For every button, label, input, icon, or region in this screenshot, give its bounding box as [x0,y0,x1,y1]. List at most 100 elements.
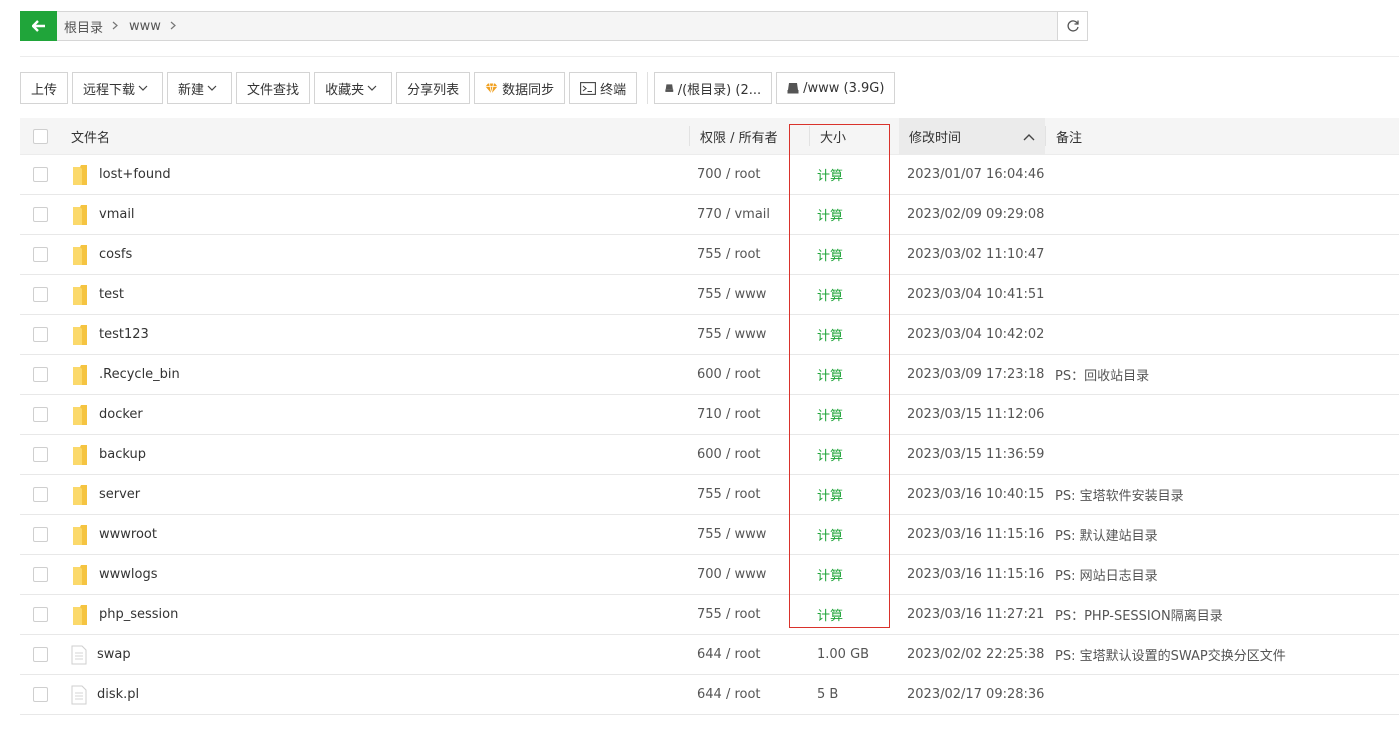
file-name-cell[interactable]: server [71,475,140,514]
row-checkbox[interactable] [33,527,48,542]
note[interactable]: PS: 网站日志目录 [1055,555,1158,594]
table-row[interactable]: cosfs 755 / root 计算 2023/03/02 11:10:47 [20,235,1399,275]
refresh-button[interactable] [1057,12,1087,40]
permission-owner[interactable]: 644 / root [697,635,761,674]
permission-owner[interactable]: 755 / www [697,515,766,554]
calculate-size-link[interactable]: 计算 [817,475,843,514]
file-name-cell[interactable]: .Recycle_bin [71,355,180,394]
disk-root-button[interactable]: /(根目录) (2... [654,72,773,104]
table-row[interactable]: wwwroot 755 / www 计算 2023/03/16 11:15:16 PS:… [20,515,1399,555]
disk-www-button[interactable]: /www (3.9G) [776,72,896,104]
row-checkbox[interactable] [33,607,48,622]
file-name[interactable]: lost+found [99,167,171,182]
row-checkbox[interactable] [33,447,48,462]
permission-owner[interactable]: 710 / root [697,395,761,434]
share-list-button[interactable]: 分享列表 [396,72,471,104]
note[interactable]: PS: 宝塔软件安装目录 [1055,475,1184,514]
note[interactable]: PS: 默认建站目录 [1055,515,1158,554]
note[interactable]: PS：回收站目录 [1055,355,1149,394]
calculate-size-link[interactable]: 计算 [817,275,843,314]
calculate-size-link[interactable]: 计算 [817,595,843,634]
row-checkbox[interactable] [33,567,48,582]
file-search-button[interactable]: 文件查找 [236,72,311,104]
table-row[interactable]: wwwlogs 700 / www 计算 2023/03/16 11:15:16 PS:… [20,555,1399,595]
table-row[interactable]: vmail 770 / vmail 计算 2023/02/09 09:29:08 [20,195,1399,235]
file-name[interactable]: disk.pl [97,687,139,702]
file-name[interactable]: docker [99,407,143,422]
table-row[interactable]: lost+found 700 / root 计算 2023/01/07 16:04:4… [20,155,1399,195]
file-name[interactable]: server [99,487,140,502]
file-name-cell[interactable]: backup [71,435,146,474]
new-button[interactable]: 新建 [167,72,233,104]
file-name[interactable]: .Recycle_bin [99,367,180,382]
table-row[interactable]: backup 600 / root 计算 2023/03/15 11:36:59 [20,435,1399,475]
favorites-button[interactable]: 收藏夹 [314,72,393,104]
permission-owner[interactable]: 755 / root [697,235,761,274]
table-row[interactable]: test123 755 / www 计算 2023/03/04 10:42:02 [20,315,1399,355]
row-checkbox[interactable] [33,647,48,662]
file-name-cell[interactable]: disk.pl [71,675,139,714]
permission-owner[interactable]: 755 / www [697,315,766,354]
file-name[interactable]: backup [99,447,146,462]
file-name-cell[interactable]: wwwroot [71,515,157,554]
file-name[interactable]: swap [97,647,131,662]
file-name-cell[interactable]: vmail [71,195,135,234]
table-row[interactable]: docker 710 / root 计算 2023/03/15 11:12:06 [20,395,1399,435]
permission-owner[interactable]: 700 / www [697,555,766,594]
calculate-size-link[interactable]: 计算 [817,395,843,434]
permission-owner[interactable]: 600 / root [697,355,761,394]
row-checkbox[interactable] [33,687,48,702]
table-row[interactable]: disk.pl 644 / root 5 B 2023/02/17 09:28:36 [20,675,1399,715]
row-checkbox[interactable] [33,167,48,182]
file-name-cell[interactable]: lost+found [71,155,171,194]
permission-owner[interactable]: 770 / vmail [697,195,770,234]
permission-owner[interactable]: 755 / root [697,475,761,514]
permission-owner[interactable]: 755 / root [697,595,761,634]
file-name-cell[interactable]: php_session [71,595,178,634]
breadcrumb-item-www[interactable]: www [129,19,161,34]
terminal-button[interactable]: 终端 [569,72,638,104]
table-row[interactable]: php_session 755 / root 计算 2023/03/16 11:27:… [20,595,1399,635]
calculate-size-link[interactable]: 计算 [817,195,843,234]
calculate-size-link[interactable]: 计算 [817,555,843,594]
back-button[interactable] [20,10,57,41]
file-name[interactable]: test [99,287,124,302]
file-name[interactable]: wwwroot [99,527,157,542]
file-name-cell[interactable]: swap [71,635,131,674]
permission-owner[interactable]: 644 / root [697,675,761,714]
file-name-cell[interactable]: wwwlogs [71,555,158,594]
file-name[interactable]: vmail [99,207,135,222]
permission-owner[interactable]: 755 / www [697,275,766,314]
calculate-size-link[interactable]: 计算 [817,355,843,394]
calculate-size-link[interactable]: 计算 [817,315,843,354]
header-name[interactable]: 文件名 [71,118,110,154]
select-all-checkbox[interactable] [33,128,48,144]
file-name[interactable]: cosfs [99,247,132,262]
breadcrumb-item-root[interactable]: 根目录 [64,17,103,36]
calculate-size-link[interactable]: 计算 [817,515,843,554]
row-checkbox[interactable] [33,487,48,502]
row-checkbox[interactable] [33,207,48,222]
note[interactable]: PS：PHP-SESSION隔离目录 [1055,595,1223,634]
file-name[interactable]: test123 [99,327,149,342]
permission-owner[interactable]: 600 / root [697,435,761,474]
row-checkbox[interactable] [33,367,48,382]
file-name[interactable]: wwwlogs [99,567,158,582]
table-row[interactable]: swap 644 / root 1.00 GB 2023/02/02 22:25:38… [20,635,1399,675]
row-checkbox[interactable] [33,327,48,342]
table-row[interactable]: test 755 / www 计算 2023/03/04 10:41:51 [20,275,1399,315]
header-note[interactable]: 备注 [1045,126,1082,146]
calculate-size-link[interactable]: 计算 [817,155,843,194]
file-name-cell[interactable]: test123 [71,315,149,354]
row-checkbox[interactable] [33,287,48,302]
calculate-size-link[interactable]: 计算 [817,435,843,474]
data-sync-button[interactable]: 数据同步 [474,72,566,104]
remote-download-button[interactable]: 远程下载 [72,72,164,104]
table-row[interactable]: .Recycle_bin 600 / root 计算 2023/03/09 17:23… [20,355,1399,395]
header-size[interactable]: 大小 [809,126,846,146]
file-name-cell[interactable]: docker [71,395,143,434]
header-perm[interactable]: 权限 / 所有者 [689,126,778,146]
file-name-cell[interactable]: test [71,275,124,314]
table-row[interactable]: server 755 / root 计算 2023/03/16 10:40:15 PS:… [20,475,1399,515]
permission-owner[interactable]: 700 / root [697,155,761,194]
